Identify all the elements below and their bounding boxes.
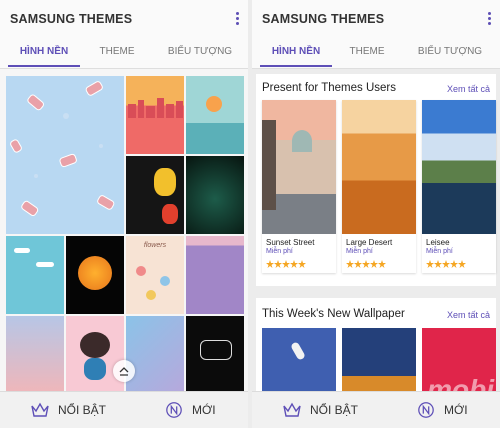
card-price: Miễn phí — [426, 248, 453, 255]
nav-featured[interactable]: NỔI BẬT — [282, 401, 358, 419]
more-options-icon[interactable] — [486, 12, 492, 28]
doodle-shape — [200, 340, 232, 360]
rocket-shape — [290, 341, 306, 361]
wallpaper-tile-sun[interactable] — [186, 76, 244, 154]
tab-bar: HÌNH NỀN THEME BIỂU TƯỢNG — [252, 40, 500, 69]
card-title: Leisee — [426, 238, 450, 247]
tab-indicator — [260, 65, 332, 67]
wallpaper-card-leisee[interactable]: Leisee Miễn phí — [422, 100, 496, 273]
bottles-illustration — [10, 81, 115, 217]
wallpaper-tile-watercolor[interactable] — [126, 316, 184, 394]
crown-icon — [31, 402, 49, 417]
nav-new-label: MỚI — [444, 403, 468, 417]
nav-new[interactable]: MỚI — [164, 401, 216, 419]
card-title: Large Desert — [346, 238, 393, 247]
right-screen: SAMSUNG THEMES HÌNH NỀN THEME BIỂU TƯỢNG… — [252, 0, 500, 428]
tab-bar: HÌNH NỀN THEME BIỂU TƯỢNG — [0, 40, 248, 69]
wallpaper-tile-flowers[interactable]: flowers — [126, 236, 184, 314]
paint-splash — [162, 204, 178, 224]
wallpaper-tile-dew[interactable] — [186, 156, 244, 234]
card-title: Sunset Street — [266, 238, 315, 247]
tab-icons[interactable]: BIỂU TƯỢNG — [410, 46, 490, 57]
paint-splash — [154, 168, 176, 196]
card-image — [342, 100, 416, 234]
card-price: Miễn phí — [346, 248, 373, 255]
flower-shape — [78, 256, 112, 290]
section-title: This Week's New Wallpaper — [262, 308, 405, 320]
city-skyline — [128, 98, 183, 118]
section-title: Present for Themes Users — [262, 82, 397, 94]
wallpaper-tile-sunset-sky[interactable] — [6, 316, 64, 394]
app-title: SAMSUNG THEMES — [10, 12, 133, 26]
section-present: Present for Themes Users Xem tất cả Suns… — [256, 74, 496, 286]
nav-new[interactable]: MỚI — [416, 401, 468, 419]
building-shape — [262, 120, 276, 210]
wallpaper-tile-bear[interactable] — [66, 316, 124, 394]
tab-wallpaper[interactable]: HÌNH NỀN — [8, 46, 80, 57]
app-title: SAMSUNG THEMES — [262, 12, 385, 26]
app-header: SAMSUNG THEMES — [0, 0, 248, 40]
tab-theme[interactable]: THEME — [338, 46, 396, 57]
wallpaper-card-large-desert[interactable]: Large Desert Miễn phí — [342, 100, 416, 273]
bottom-nav: NỔI BẬT MỚI — [252, 391, 500, 428]
see-all-link[interactable]: Xem tất cả — [447, 84, 490, 94]
sun-shape — [206, 96, 222, 112]
wallpaper-tile-marigold[interactable] — [66, 236, 124, 314]
more-options-icon[interactable] — [234, 12, 240, 28]
card-price: Miễn phí — [266, 248, 293, 255]
wallpaper-card-sunset-street[interactable]: Sunset Street Miễn phí — [262, 100, 336, 273]
tab-indicator — [8, 65, 80, 67]
wallpaper-grid: flowers — [6, 76, 244, 394]
crown-icon — [283, 402, 301, 417]
tab-theme[interactable]: THEME — [88, 46, 146, 57]
star-rating — [426, 260, 466, 268]
app-header: SAMSUNG THEMES — [252, 0, 500, 40]
bottom-nav: NỔI BẬT MỚI — [0, 391, 248, 428]
wallpaper-tile-paint[interactable] — [126, 156, 184, 234]
flower-shape — [136, 266, 146, 276]
cloud-shape — [14, 248, 30, 253]
scroll-to-top-button[interactable] — [113, 360, 135, 382]
wallpaper-tile-city[interactable] — [126, 76, 184, 154]
flower-shape — [160, 276, 170, 286]
wallpaper-tile-bottles[interactable] — [6, 76, 124, 234]
left-screen: SAMSUNG THEMES HÌNH NỀN THEME BIỂU TƯỢNG — [0, 0, 248, 428]
bear-head — [80, 332, 110, 358]
nav-featured-label: NỔI BẬT — [58, 403, 107, 417]
tab-icons[interactable]: BIỂU TƯỢNG — [160, 46, 240, 57]
wallpaper-tile-rocket[interactable] — [262, 328, 336, 398]
nav-featured-label: NỔI BẬT — [310, 403, 359, 417]
see-all-link[interactable]: Xem tất cả — [447, 310, 490, 320]
new-n-icon — [418, 402, 434, 418]
bear-body — [84, 358, 106, 380]
wallpaper-tile-doodle[interactable] — [186, 316, 244, 394]
tab-wallpaper[interactable]: HÌNH NỀN — [260, 46, 332, 57]
card-image — [262, 100, 336, 234]
star-rating — [346, 260, 386, 268]
chevron-up-icon — [119, 367, 129, 376]
star-rating — [266, 260, 306, 268]
wallpaper-tile-clouds[interactable] — [6, 236, 64, 314]
new-n-icon — [166, 402, 182, 418]
wallpaper-caption: flowers — [143, 242, 167, 249]
card-image — [422, 100, 496, 234]
wallpaper-tile-night[interactable] — [342, 328, 416, 398]
dome-shape — [292, 130, 312, 152]
wallpaper-tile-purple[interactable] — [186, 236, 244, 314]
nav-featured[interactable]: NỔI BẬT — [30, 401, 106, 419]
nav-new-label: MỚI — [192, 403, 216, 417]
cloud-shape — [36, 262, 54, 267]
flower-shape — [146, 290, 156, 300]
